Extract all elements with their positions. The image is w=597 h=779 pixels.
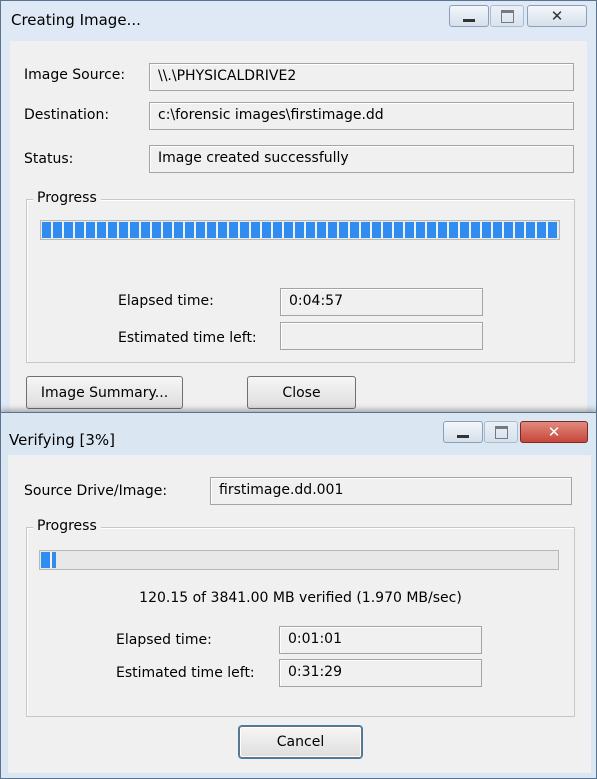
progress-legend: Progress [33,518,101,534]
verifying-window: Verifying [3%] ✕ Source Drive/Image: fir… [0,412,597,779]
window-title: Creating Image... [11,11,141,29]
progress-group: Progress 120.15 of 3841.00 MB verified (… [26,518,575,717]
image-summary-button[interactable]: Image Summary... [26,376,183,409]
progress-group: Progress Elapsed time: 0:04:57 Estimated… [26,190,575,363]
source-drive-image-label: Source Drive/Image: [24,483,168,499]
maximize-button[interactable] [490,5,524,27]
maximize-icon [494,425,508,439]
source-drive-image-field: firstimage.dd.001 [210,477,572,505]
maximize-button[interactable] [484,421,518,443]
image-source-label: Image Source: [24,67,126,83]
elapsed-time-label: Elapsed time: [116,632,212,648]
creating-image-window: Creating Image... ✕ Image Source: \\.\PH… [0,0,597,421]
progress-bar-fill [41,552,57,568]
minimize-icon [457,434,469,438]
progress-bar-fill [42,222,558,238]
title-bar[interactable]: Verifying [3%] ✕ [1,413,596,453]
title-bar[interactable]: Creating Image... ✕ [1,1,596,41]
destination-label: Destination: [24,107,110,123]
progress-legend: Progress [33,190,101,206]
elapsed-time-field: 0:01:01 [279,626,482,654]
minimize-button[interactable] [449,5,489,27]
close-window-button[interactable]: ✕ [527,5,587,27]
destination-field: c:\forensic images\firstimage.dd [149,102,574,130]
verified-status-text: 120.15 of 3841.00 MB verified (1.970 MB/… [139,590,462,606]
status-label: Status: [24,151,74,167]
minimize-icon [463,18,475,22]
window-title: Verifying [3%] [9,431,116,449]
estimated-time-left-label: Estimated time left: [116,665,255,681]
close-button[interactable]: Close [247,376,356,409]
progress-bar [40,220,560,240]
window-client-area: Image Source: \\.\PHYSICALDRIVE2 Destina… [10,41,587,421]
maximize-icon [500,9,514,23]
close-icon: ✕ [550,7,564,25]
status-field: Image created successfully [149,145,574,173]
close-icon: ✕ [547,423,561,441]
window-client-area: Source Drive/Image: firstimage.dd.001 Pr… [8,455,591,773]
elapsed-time-label: Elapsed time: [118,293,214,309]
estimated-time-left-field: 0:31:29 [279,659,482,687]
estimated-time-left-label: Estimated time left: [118,330,257,346]
image-source-field: \\.\PHYSICALDRIVE2 [149,63,574,91]
cancel-button[interactable]: Cancel [239,726,362,758]
progress-bar [39,550,559,570]
elapsed-time-field: 0:04:57 [280,288,483,316]
estimated-time-left-field [280,322,483,350]
minimize-button[interactable] [443,421,483,443]
close-window-button[interactable]: ✕ [520,421,588,443]
